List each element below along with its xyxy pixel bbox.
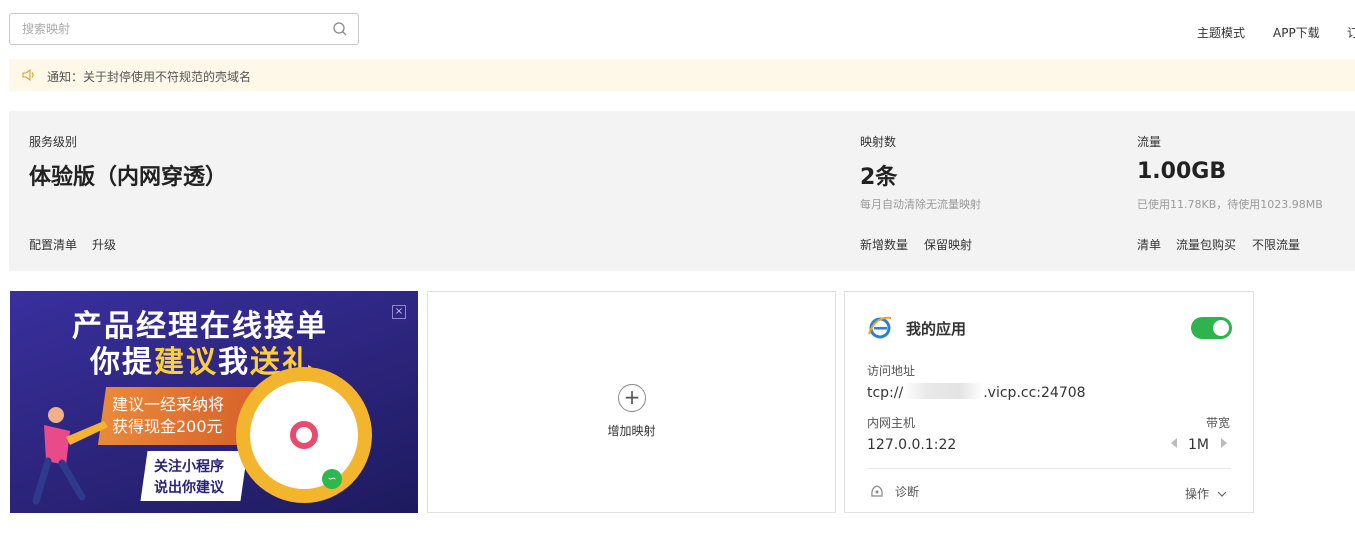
mapping-count-value: 2条 [860, 165, 898, 190]
card-divider [867, 468, 1231, 469]
keep-mapping-link[interactable]: 保留映射 [924, 236, 972, 253]
unlimited-traffic-link[interactable]: 不限流量 [1252, 236, 1300, 253]
mini-program-qr-icon: ∽ [236, 367, 372, 503]
notice-bar[interactable]: 通知：关于封停使用不符规范的壳域名 [9, 59, 1355, 91]
theme-mode-link[interactable]: 主题模式 [1197, 24, 1245, 41]
mapping-count-label: 映射数 [860, 135, 897, 149]
search-icon[interactable] [332, 21, 348, 37]
person-illustration-icon [32, 407, 108, 505]
banner-highlight: 建议 [154, 345, 218, 380]
add-mapping-label[interactable]: 增加映射 [428, 422, 835, 439]
chevron-down-icon [1217, 491, 1227, 497]
add-quantity-link[interactable]: 新增数量 [860, 236, 908, 253]
banner-note-line2: 获得现金200元 [112, 417, 223, 436]
operate-label: 操作 [1185, 487, 1210, 501]
notice-text[interactable]: 通知：关于封停使用不符规范的壳域名 [47, 68, 251, 85]
ie-icon [868, 316, 892, 339]
qr-code: ∽ [250, 381, 358, 489]
search-box[interactable] [9, 13, 359, 45]
traffic-usage-note: 已使用11.78KB，待使用1023.98MB [1137, 198, 1323, 211]
traffic-value: 1.00GB [1137, 159, 1227, 184]
diagnose-icon[interactable] [869, 483, 885, 499]
top-bar: 主题模式 APP下载 订 [0, 0, 1355, 58]
mini-program-icon: ∽ [322, 469, 342, 489]
access-address-label: 访问地址 [867, 364, 916, 378]
app-enable-toggle[interactable] [1191, 317, 1232, 339]
bandwidth-value: 1M [1188, 437, 1209, 453]
service-level-label: 服务级别 [29, 135, 78, 149]
qr-logo [290, 421, 318, 449]
internal-host-label: 内网主机 [867, 416, 916, 430]
search-input[interactable] [10, 14, 320, 44]
access-address-value[interactable]: tcp:// .vicp.cc:24708 [867, 383, 1086, 401]
nav-link-cut[interactable]: 订 [1347, 24, 1355, 41]
upgrade-link[interactable]: 升级 [92, 236, 116, 253]
operate-dropdown[interactable]: 操作 [1185, 485, 1227, 502]
app-mapping-card: 我的应用 访问地址 tcp:// .vicp.cc:24708 内网主机 127.… [844, 291, 1254, 513]
traffic-list-link[interactable]: 清单 [1137, 236, 1161, 253]
plus-icon[interactable]: + [618, 384, 646, 412]
app-download-link[interactable]: APP下载 [1273, 24, 1320, 41]
banner-text-part: 你提 [90, 345, 154, 380]
bandwidth-label: 带宽 [1206, 416, 1231, 430]
traffic-label: 流量 [1137, 135, 1162, 149]
app-title: 我的应用 [906, 320, 967, 338]
arrow-left-icon[interactable] [1171, 438, 1177, 448]
banner-text-part: 我 [218, 345, 250, 380]
speaker-icon [22, 68, 34, 82]
arrow-right-icon[interactable] [1221, 438, 1227, 448]
service-level-value: 体验版（内网穿透） [29, 165, 228, 190]
traffic-package-link[interactable]: 流量包购买 [1176, 236, 1236, 253]
redacted-host [903, 383, 984, 399]
add-mapping-card[interactable]: + 增加映射 [427, 291, 836, 513]
banner-tag-line2: 说出你建议 [154, 480, 224, 496]
internal-host-value: 127.0.0.1:22 [867, 437, 957, 453]
promo-banner[interactable]: × 产品经理在线接单 你提建议我送礼 建议一经采纳将 获得现金200元 关注小程… [10, 291, 418, 513]
address-prefix: tcp:// [867, 385, 904, 401]
config-list-link[interactable]: 配置清单 [29, 236, 77, 253]
banner-note-line1: 建议一经采纳将 [112, 395, 225, 414]
address-suffix: .vicp.cc:24708 [983, 385, 1086, 401]
diagnose-link[interactable]: 诊断 [895, 483, 919, 500]
service-summary: 服务级别 体验版（内网穿透） 配置清单 升级 映射数 2条 每月自动清除无流量映… [9, 111, 1355, 271]
close-icon[interactable]: × [392, 305, 406, 319]
toggle-knob [1213, 320, 1229, 336]
mapping-count-note: 每月自动清除无流量映射 [860, 198, 981, 211]
banner-tag-line1: 关注小程序 [154, 459, 224, 475]
